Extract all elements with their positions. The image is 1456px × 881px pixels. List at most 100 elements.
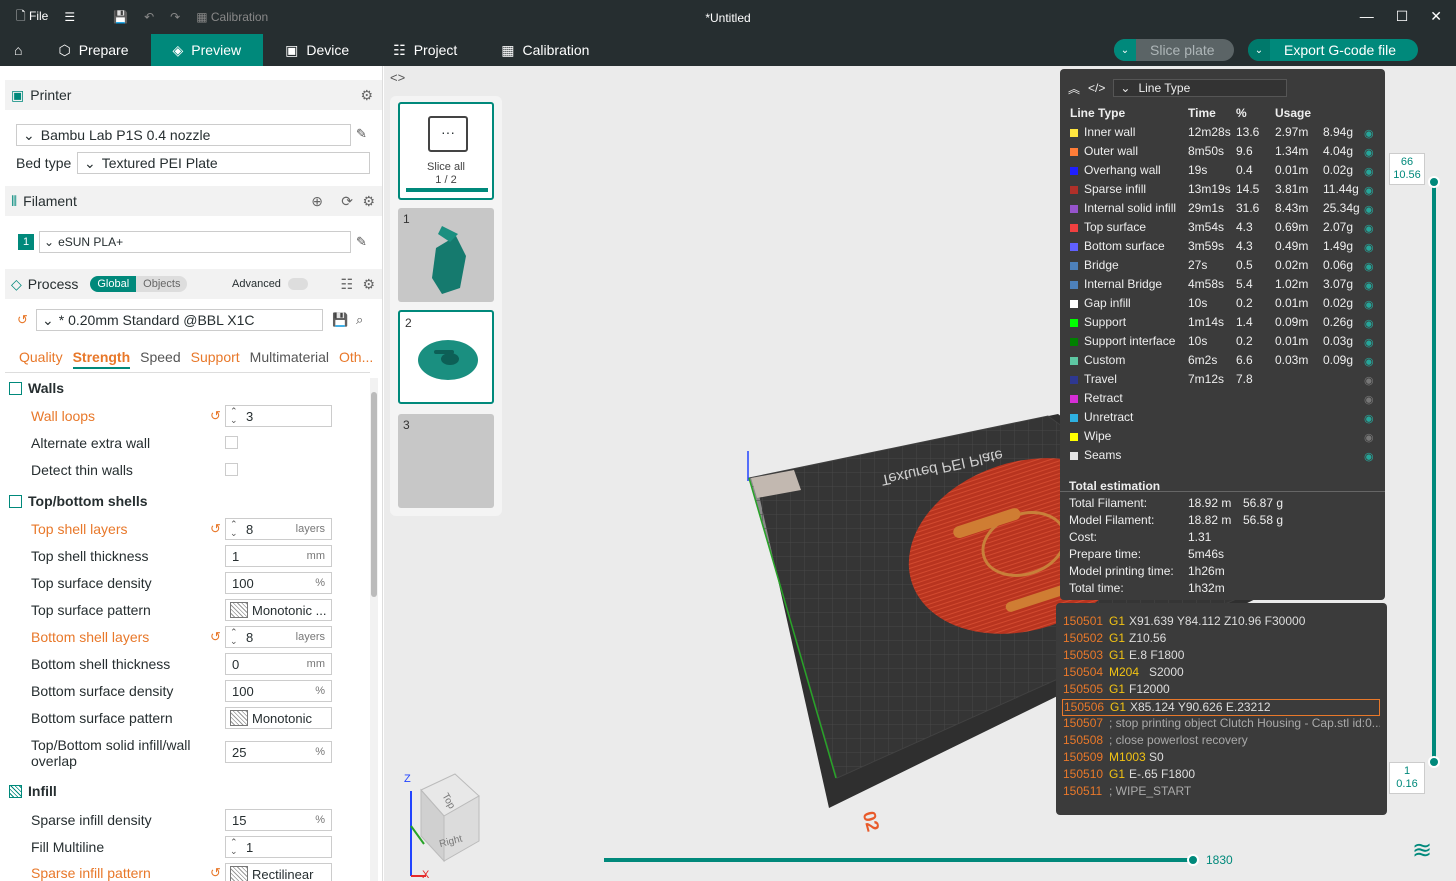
- legend-row[interactable]: Travel 7m12s 7.8 ◉: [1069, 372, 1379, 391]
- legend-row[interactable]: Gap infill 10s 0.2 0.01m 0.02g ◉: [1069, 296, 1379, 315]
- tab-device[interactable]: ▣ Device: [263, 34, 371, 66]
- bottom-shell-thickness-input[interactable]: 0 mm: [225, 653, 332, 675]
- legend-row[interactable]: Bottom surface 3m59s 4.3 0.49m 1.49g ◉: [1069, 239, 1379, 258]
- gcode-line[interactable]: 150501 G1 X91.639 Y84.112 Z10.96 F30000: [1062, 614, 1380, 631]
- eye-icon[interactable]: ◉: [1364, 431, 1374, 444]
- edit-icon[interactable]: ✎: [356, 234, 367, 250]
- eye-icon[interactable]: ◉: [1364, 146, 1374, 159]
- filament-select[interactable]: ⌄ eSUN PLA+: [39, 231, 351, 253]
- legend-row[interactable]: Unretract ◉: [1069, 410, 1379, 429]
- save-preset-icon[interactable]: 💾: [332, 312, 348, 328]
- eye-icon[interactable]: ◉: [1364, 393, 1374, 406]
- reset-icon[interactable]: ↺: [210, 521, 221, 537]
- plate-thumb-3[interactable]: 3: [398, 414, 494, 508]
- infill-density-input[interactable]: 15%: [225, 809, 332, 831]
- top-surface-pattern-select[interactable]: Monotonic ...: [225, 599, 332, 621]
- objects-toggle[interactable]: Objects: [136, 276, 188, 292]
- eye-icon[interactable]: ◉: [1364, 412, 1374, 425]
- printer-settings-icon[interactable]: ⚙: [360, 87, 373, 104]
- eye-icon[interactable]: ◉: [1364, 355, 1374, 368]
- bed-type-select[interactable]: ⌄ Textured PEI Plate: [77, 152, 370, 174]
- top-surface-density-input[interactable]: 100%: [225, 572, 332, 594]
- tab-calibration[interactable]: ▦ Calibration: [479, 34, 611, 66]
- slice-all-button[interactable]: ··· Slice all 1 / 2: [398, 102, 494, 200]
- eye-icon[interactable]: ◉: [1364, 260, 1374, 273]
- process-preset-select[interactable]: ⌄ * 0.20mm Standard @BBL X1C: [36, 309, 323, 331]
- eye-icon[interactable]: ◉: [1364, 279, 1374, 292]
- eye-icon[interactable]: ◉: [1364, 298, 1374, 311]
- edit-icon[interactable]: ✎: [356, 126, 367, 142]
- filament-slot-badge[interactable]: 1: [18, 234, 34, 250]
- eye-icon[interactable]: ◉: [1364, 317, 1374, 330]
- filament-sync-icon[interactable]: ⟳: [341, 193, 353, 210]
- gcode-line[interactable]: 150505 G1 F12000: [1062, 682, 1380, 699]
- legend-row[interactable]: Retract ◉: [1069, 391, 1379, 410]
- gcode-line[interactable]: 150510 G1 E-.65 F1800: [1062, 767, 1380, 784]
- fill-multiline-input[interactable]: 1: [225, 836, 332, 858]
- detect-thin-walls-checkbox[interactable]: [225, 463, 238, 476]
- legend-row[interactable]: Overhang wall 19s 0.4 0.01m 0.02g ◉: [1069, 163, 1379, 182]
- eye-icon[interactable]: ◉: [1364, 203, 1374, 216]
- close-icon[interactable]: ✕: [1430, 8, 1442, 25]
- reset-icon[interactable]: ↺: [210, 865, 221, 881]
- scrollbar-thumb[interactable]: [371, 392, 377, 597]
- tab-preview[interactable]: ◈ Preview: [150, 34, 264, 66]
- legend-row[interactable]: Sparse infill 13m19s 14.5 3.81m 11.44g ◉: [1069, 182, 1379, 201]
- legend-row[interactable]: Support interface 10s 0.2 0.01m 0.03g ◉: [1069, 334, 1379, 353]
- legend-row[interactable]: Bridge 27s 0.5 0.02m 0.06g ◉: [1069, 258, 1379, 277]
- eye-icon[interactable]: ◉: [1364, 222, 1374, 235]
- legend-row[interactable]: Top surface 3m54s 4.3 0.69m 2.07g ◉: [1069, 220, 1379, 239]
- tab-strength[interactable]: Strength: [72, 349, 131, 369]
- process-settings-icon[interactable]: ⚙: [362, 276, 375, 293]
- compare-icon[interactable]: ☷: [340, 276, 353, 293]
- infill-pattern-select[interactable]: Rectilinear: [225, 863, 332, 881]
- eye-icon[interactable]: ◉: [1364, 450, 1374, 463]
- legend-row[interactable]: Internal solid infill 29m1s 31.6 8.43m 25.34…: [1069, 201, 1379, 220]
- tab-support[interactable]: Support: [191, 349, 240, 369]
- collapse-icon[interactable]: ︽: [1068, 80, 1080, 97]
- reset-icon[interactable]: ↺: [210, 408, 221, 424]
- legend-row[interactable]: Support 1m14s 1.4 0.09m 0.26g ◉: [1069, 315, 1379, 334]
- search-icon[interactable]: ⌕: [356, 312, 363, 328]
- eye-icon[interactable]: ◉: [1364, 374, 1374, 387]
- plate-thumb-1[interactable]: 1: [398, 208, 494, 302]
- tab-multimaterial[interactable]: Multimaterial: [250, 349, 329, 369]
- gcode-line[interactable]: 150506 G1 X85.124 Y90.626 E.23212: [1062, 699, 1380, 716]
- advanced-toggle[interactable]: [288, 278, 308, 290]
- bottom-shell-layers-input[interactable]: 8layers: [225, 626, 332, 648]
- settings-scrollbar[interactable]: [370, 378, 378, 881]
- eye-icon[interactable]: ◉: [1364, 184, 1374, 197]
- top-shell-layers-input[interactable]: 8layers: [225, 518, 332, 540]
- eye-icon[interactable]: ◉: [1364, 165, 1374, 178]
- legend-row[interactable]: Wipe ◉: [1069, 429, 1379, 448]
- gcode-line[interactable]: 150508 ; close powerlost recovery: [1062, 733, 1380, 750]
- slice-plate-button[interactable]: ⌄ Slice plate: [1114, 39, 1234, 61]
- bottom-surface-density-input[interactable]: 100%: [225, 680, 332, 702]
- tab-project[interactable]: ☷ Project: [371, 34, 479, 66]
- export-gcode-button[interactable]: ⌄ Export G-code file: [1248, 39, 1418, 61]
- gcode-line[interactable]: 150503 G1 E.8 F1800: [1062, 648, 1380, 665]
- legend-row[interactable]: Outer wall 8m50s 9.6 1.34m 4.04g ◉: [1069, 144, 1379, 163]
- gcode-line[interactable]: 150509 M1003 S0: [1062, 750, 1380, 767]
- layer-slider-top-handle[interactable]: [1428, 176, 1440, 188]
- eye-icon[interactable]: ◉: [1364, 336, 1374, 349]
- gcode-line[interactable]: 150504 M204 S2000: [1062, 665, 1380, 682]
- legend-row[interactable]: Inner wall 12m28s 13.6 2.97m 8.94g ◉: [1069, 125, 1379, 144]
- bottom-surface-pattern-select[interactable]: Monotonic: [225, 707, 332, 729]
- add-filament-icon[interactable]: ⊕: [311, 193, 323, 210]
- layer-slider-bottom-handle[interactable]: [1428, 756, 1440, 768]
- alternate-extra-wall-checkbox[interactable]: [225, 436, 238, 449]
- home-button[interactable]: ⌂: [0, 34, 36, 66]
- filament-settings-icon[interactable]: ⚙: [362, 193, 375, 210]
- printer-select[interactable]: ⌄ Bambu Lab P1S 0.4 nozzle: [16, 124, 351, 146]
- eye-icon[interactable]: ◉: [1364, 241, 1374, 254]
- legend-row[interactable]: Seams ◉: [1069, 448, 1379, 467]
- tab-speed[interactable]: Speed: [140, 349, 180, 369]
- eye-icon[interactable]: ◉: [1364, 127, 1374, 140]
- code-view-icon[interactable]: </>: [1088, 81, 1105, 95]
- tab-others[interactable]: Oth...: [339, 349, 373, 369]
- layers-toggle-icon[interactable]: ≋: [1412, 836, 1432, 865]
- minimize-icon[interactable]: —: [1360, 8, 1374, 25]
- chevron-down-icon[interactable]: ⌄: [1248, 39, 1270, 61]
- overlap-input[interactable]: 25%: [225, 741, 332, 763]
